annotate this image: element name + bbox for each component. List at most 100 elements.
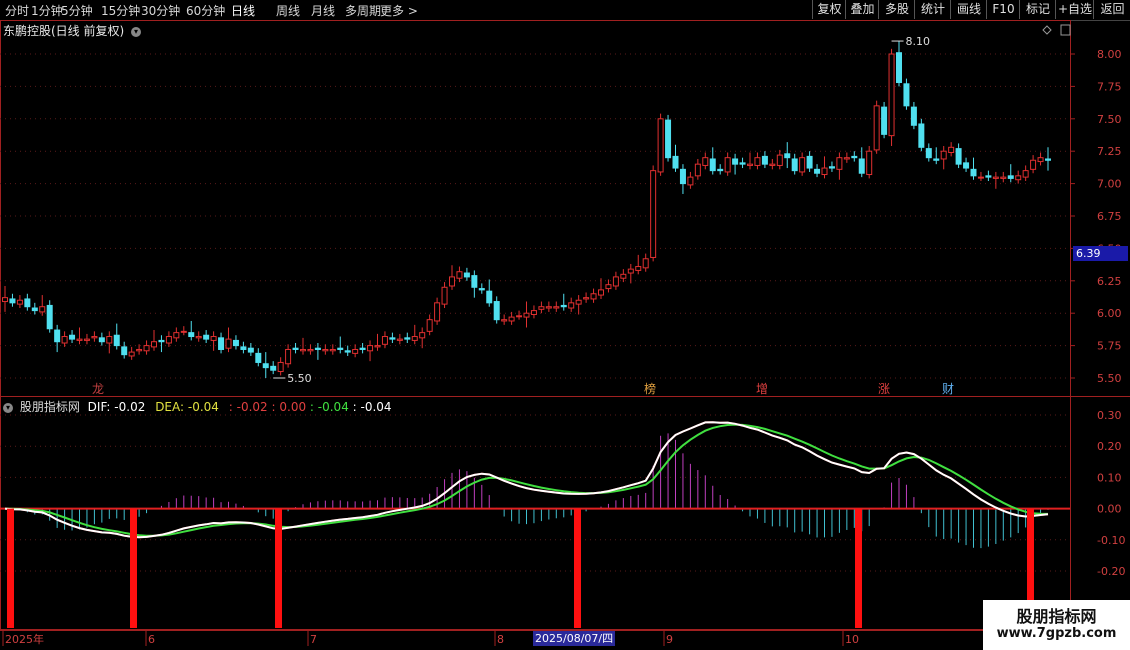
candle-body [285,348,292,365]
price-axis-label: 7.50 [1097,113,1122,126]
candle-body [672,155,679,169]
candle-body [873,105,880,151]
candle-body [590,293,597,300]
candle-body [940,150,947,160]
candle-body [881,106,888,135]
price-axis-label: 8.00 [1097,48,1122,61]
candle-body [367,345,374,352]
candle-body [650,170,657,258]
candle-body [530,310,537,315]
candle-body [516,315,523,318]
candle-body [679,168,686,185]
candle-body [739,162,746,165]
candle-body [91,336,98,339]
candle-body [538,306,545,310]
candle-body [642,258,649,269]
candle-body [583,297,590,300]
candle-body [173,332,180,339]
candle-body [419,332,426,339]
candle-body [717,168,724,172]
candle-body [821,167,828,176]
candle-body [441,286,448,305]
candle-body [836,157,843,170]
candle-body [508,316,515,322]
candle-body [1007,175,1014,179]
candle-body [493,301,500,321]
indicator-axis-label: 0.20 [1097,440,1122,453]
candle-body [203,334,210,340]
candle-body [598,289,604,296]
candle-body [776,154,783,166]
candle-body [31,307,38,312]
candle-body [918,123,925,148]
candle-body [471,275,478,288]
candle-body [16,299,23,305]
candle-body [1000,176,1007,179]
date-label: 6 [148,633,155,646]
candle-body [925,148,932,159]
candle-body [121,346,128,356]
candle-body [828,166,835,169]
candle-body [1022,170,1029,178]
price-axis-label: 6.25 [1097,275,1122,288]
candle-body [106,336,113,344]
candle-body [83,338,90,341]
date-label: 2025年 [5,632,44,646]
candle-body [478,288,485,291]
candle-body [143,345,150,352]
candle-body [948,146,955,153]
signal-bar [130,508,137,628]
candle-body [977,176,984,179]
candle-body [463,272,470,278]
candle-body [449,276,455,287]
candle-body [635,266,642,271]
candle-body [992,176,999,179]
candle-body [61,336,68,344]
stock-chart[interactable]: 8.007.757.507.257.006.756.506.256.005.75… [0,0,1130,650]
candle-body [769,163,776,166]
candle-body [858,158,865,174]
candle-body [866,150,873,176]
event-marker: 榜 [644,381,656,396]
candle-body [620,273,627,279]
date-label: 9 [666,633,673,646]
candle-body [1030,159,1037,170]
candle-body [389,337,396,340]
candle-body [277,361,284,373]
candle-body [434,302,441,322]
candle-body [709,158,716,172]
candle-body [933,158,940,161]
candle-body [46,304,53,330]
candle-body [225,338,232,349]
candle-body [694,163,701,177]
candle-body [910,106,917,126]
price-axis-label: 7.25 [1097,145,1122,158]
candle-body [262,363,269,369]
candle-body [374,345,381,348]
candle-body [352,348,359,354]
price-axis-label: 6.00 [1097,307,1122,320]
candle-body [1045,158,1051,161]
event-marker: 涨 [878,381,890,396]
event-marker: 财 [942,382,954,396]
candle-body [39,306,46,313]
candle-body [195,336,202,339]
candle-body [747,163,753,166]
candle-body [188,332,195,338]
candle-body [180,330,187,333]
signal-bar [855,508,862,628]
candle-body [136,348,143,352]
candle-body [151,341,157,348]
candle-body [292,347,299,350]
candle-body [903,83,910,107]
candle-body [627,268,634,274]
candle-body [724,157,731,173]
candle-body [963,162,970,169]
candle-body [702,157,709,166]
diamond-icon [1042,25,1052,35]
price-axis-label: 5.75 [1097,340,1122,353]
price-axis-label: 5.50 [1097,372,1122,385]
candle-body [456,271,463,279]
candle-body [128,351,135,357]
candle-body [98,337,105,343]
